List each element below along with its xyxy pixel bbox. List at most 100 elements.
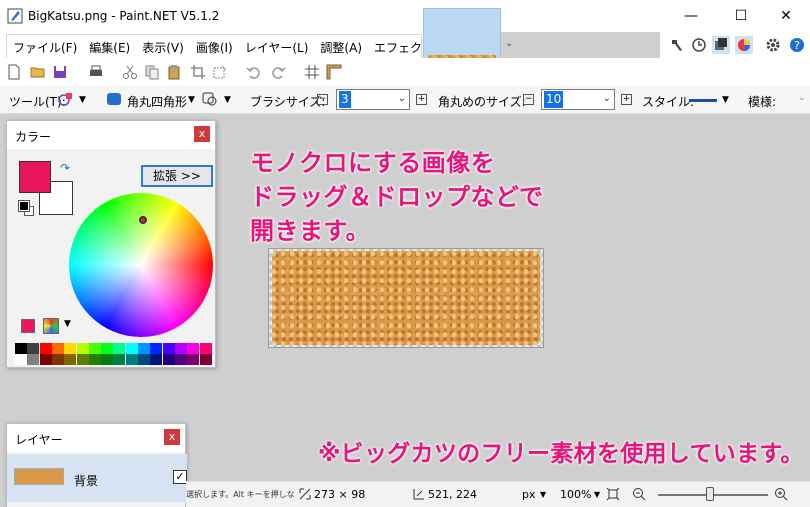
primary-color-swatch[interactable]: [19, 161, 51, 193]
overflow-chevron-icon[interactable]: ⌄: [798, 93, 806, 103]
tools-hammer-icon[interactable]: [668, 36, 686, 54]
print-icon[interactable]: [88, 64, 104, 80]
color-wheel-handle[interactable]: [139, 216, 147, 224]
layers-window-icon[interactable]: [712, 36, 730, 54]
layer-visibility-checkbox[interactable]: ✓: [173, 470, 187, 484]
colors-panel-header[interactable]: カラー x: [7, 121, 215, 149]
line-style-preview[interactable]: [689, 99, 717, 102]
brush-size-increase-button[interactable]: +: [416, 94, 427, 105]
cut-icon[interactable]: [122, 64, 138, 80]
palette-swatch[interactable]: [64, 343, 77, 354]
palette-swatch[interactable]: [187, 343, 200, 354]
radius-combo[interactable]: 10 ⌄: [541, 89, 615, 110]
tool-dropdown-arrow-icon[interactable]: ▼: [79, 95, 86, 105]
palette-swatch[interactable]: [113, 354, 126, 365]
deselect-icon[interactable]: [212, 64, 228, 80]
palette-swatch[interactable]: [125, 354, 138, 365]
brush-size-arrow-icon[interactable]: ⌄: [398, 93, 406, 104]
palette-swatch[interactable]: [174, 343, 187, 354]
palette-swatch[interactable]: [101, 354, 114, 365]
palette-swatch[interactable]: [88, 343, 101, 354]
palette-swatch[interactable]: [27, 343, 40, 354]
menu-adjustments[interactable]: 調整(A): [314, 35, 368, 58]
menu-file[interactable]: ファイル(F): [7, 35, 83, 58]
color-wheel[interactable]: [69, 193, 213, 337]
settings-gear-icon[interactable]: [764, 36, 782, 54]
history-icon[interactable]: [690, 36, 708, 54]
unit-dropdown-arrow-icon[interactable]: ▼: [540, 490, 546, 499]
unit-select[interactable]: px: [522, 488, 536, 501]
palette-swatch[interactable]: [113, 343, 126, 354]
palette-swatch[interactable]: [162, 343, 175, 354]
swap-colors-icon[interactable]: ↷: [60, 161, 70, 175]
add-to-palette-icon[interactable]: [21, 319, 35, 333]
palette-swatch[interactable]: [125, 343, 138, 354]
palette-swatch[interactable]: [51, 343, 64, 354]
palette-swatch[interactable]: [27, 354, 40, 365]
zoom-in-icon[interactable]: [774, 487, 789, 502]
palette-swatch[interactable]: [101, 343, 114, 354]
brush-size-value[interactable]: 3: [339, 91, 351, 108]
zoom-to-window-icon[interactable]: [606, 487, 620, 501]
grid-icon[interactable]: [304, 64, 320, 80]
palette-swatch[interactable]: [88, 354, 101, 365]
palette-swatch[interactable]: [162, 354, 175, 365]
reset-colors-black-icon[interactable]: [18, 200, 30, 212]
palette-swatch[interactable]: [138, 354, 150, 365]
shape-tool-icon[interactable]: [58, 91, 74, 107]
new-file-icon[interactable]: [6, 64, 22, 80]
palette-swatch[interactable]: [138, 343, 150, 354]
menu-image[interactable]: 画像(I): [190, 35, 239, 58]
palette-swatch[interactable]: [15, 343, 27, 354]
radius-increase-button[interactable]: +: [621, 94, 632, 105]
zoom-dropdown-arrow-icon[interactable]: ▼: [594, 490, 600, 499]
palette-swatch[interactable]: [39, 343, 52, 354]
maximize-button[interactable]: ☐: [731, 6, 751, 26]
palette-swatch[interactable]: [187, 354, 200, 365]
colors-panel-close-button[interactable]: x: [194, 126, 210, 142]
style-dropdown-arrow-icon[interactable]: ▼: [722, 95, 729, 105]
radius-decrease-button[interactable]: −: [523, 94, 534, 105]
palette-swatch[interactable]: [39, 354, 52, 365]
shape-type-label[interactable]: 角丸四角形: [127, 93, 187, 110]
ruler-icon[interactable]: [326, 64, 342, 80]
palette-swatch[interactable]: [199, 354, 212, 365]
layer-row[interactable]: 背景 ✓: [7, 454, 187, 502]
open-folder-icon[interactable]: [30, 64, 46, 80]
canvas-image[interactable]: [268, 248, 544, 348]
copy-icon[interactable]: [144, 64, 160, 80]
zoom-slider-handle[interactable]: [706, 487, 714, 501]
menu-layers[interactable]: レイヤー(L): [239, 35, 315, 58]
radius-value[interactable]: 10: [544, 91, 564, 108]
palette-dropdown-arrow-icon[interactable]: ▼: [64, 319, 71, 329]
palette-swatch[interactable]: [76, 343, 89, 354]
palette-swatch[interactable]: [76, 354, 89, 365]
minimize-button[interactable]: —: [681, 6, 701, 26]
menu-edit[interactable]: 編集(E): [83, 35, 136, 58]
palette-swatch[interactable]: [15, 354, 27, 365]
help-icon[interactable]: ?: [788, 36, 806, 54]
layers-panel-header[interactable]: レイヤー x: [7, 424, 185, 452]
paste-icon[interactable]: [166, 64, 182, 80]
close-button[interactable]: ✕: [776, 6, 796, 26]
draw-fill-mode-icon[interactable]: [202, 91, 218, 107]
shape-dropdown-arrow-icon[interactable]: ▼: [188, 95, 195, 105]
palette-menu-icon[interactable]: [43, 318, 59, 334]
brush-size-combo[interactable]: 3 ⌄: [336, 89, 410, 110]
palette-swatch[interactable]: [64, 354, 77, 365]
redo-icon[interactable]: [270, 64, 286, 80]
palette-swatch[interactable]: [150, 354, 163, 365]
zoom-out-icon[interactable]: [632, 487, 647, 502]
layers-panel-close-button[interactable]: x: [164, 429, 180, 445]
colors-window-icon[interactable]: [735, 36, 753, 54]
palette-swatch[interactable]: [150, 343, 163, 354]
save-icon[interactable]: [52, 64, 68, 80]
undo-icon[interactable]: [246, 64, 262, 80]
palette-swatch[interactable]: [199, 343, 212, 354]
menu-view[interactable]: 表示(V): [136, 35, 190, 58]
radius-arrow-icon[interactable]: ⌄: [603, 93, 611, 104]
palette-swatch[interactable]: [174, 354, 187, 365]
fill-mode-dropdown-arrow-icon[interactable]: ▼: [224, 95, 231, 105]
image-list-chevron-icon[interactable]: ⌄: [505, 38, 513, 49]
palette-swatch[interactable]: [51, 354, 64, 365]
